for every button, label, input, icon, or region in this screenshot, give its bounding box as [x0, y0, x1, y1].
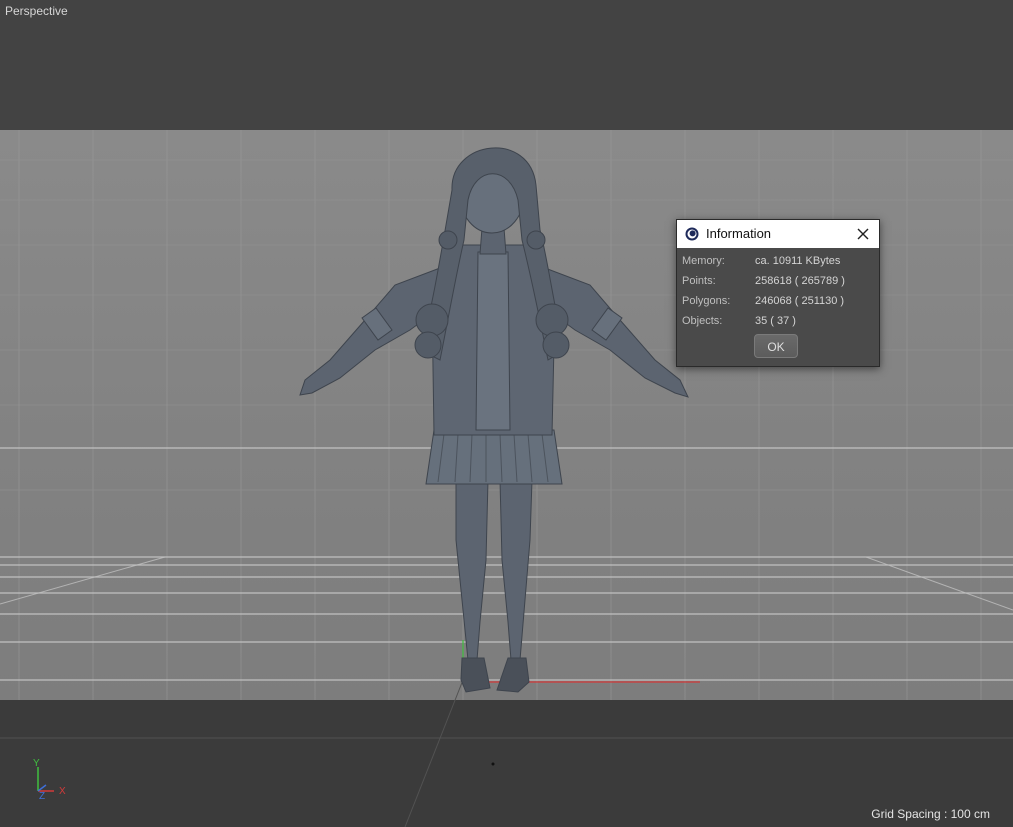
- info-label: Memory:: [682, 255, 725, 267]
- info-value: 246068 ( 251130 ): [755, 295, 845, 307]
- cinema4d-logo-icon: [685, 227, 699, 241]
- axis-gizmo-icon: Y Z X: [33, 758, 66, 802]
- dialog-titlebar[interactable]: Information: [677, 220, 879, 248]
- dialog-title: Information: [706, 226, 772, 241]
- info-row-objects: Objects: 35 ( 37 ): [682, 315, 872, 329]
- ok-button[interactable]: OK: [754, 334, 798, 358]
- info-label: Points:: [682, 275, 716, 287]
- axis-z-label: Z: [39, 791, 45, 802]
- info-value: 258618 ( 265789 ): [755, 275, 845, 287]
- info-value: 35 ( 37 ): [755, 315, 796, 327]
- info-label: Polygons:: [682, 295, 731, 307]
- info-value: ca. 10911 KBytes: [755, 255, 841, 267]
- info-row-points: Points: 258618 ( 265789 ): [682, 275, 872, 289]
- viewport-label[interactable]: Perspective: [5, 4, 68, 18]
- info-row-polygons: Polygons: 246068 ( 251130 ): [682, 295, 872, 309]
- viewport-grid: [0, 130, 1013, 827]
- close-icon[interactable]: [853, 224, 873, 244]
- information-dialog[interactable]: Information Memory: ca. 10911 KBytes Poi…: [676, 219, 880, 367]
- info-row-memory: Memory: ca. 10911 KBytes: [682, 255, 872, 269]
- axis-x-label: X: [59, 786, 66, 797]
- axis-y-label: Y: [33, 758, 40, 769]
- info-label: Objects:: [682, 315, 723, 327]
- 3d-viewport[interactable]: Perspective Grid Spacing : 100 cm Y Z X: [0, 0, 1013, 827]
- character-model: [299, 147, 689, 693]
- grid-spacing-readout: Grid Spacing : 100 cm: [871, 807, 990, 821]
